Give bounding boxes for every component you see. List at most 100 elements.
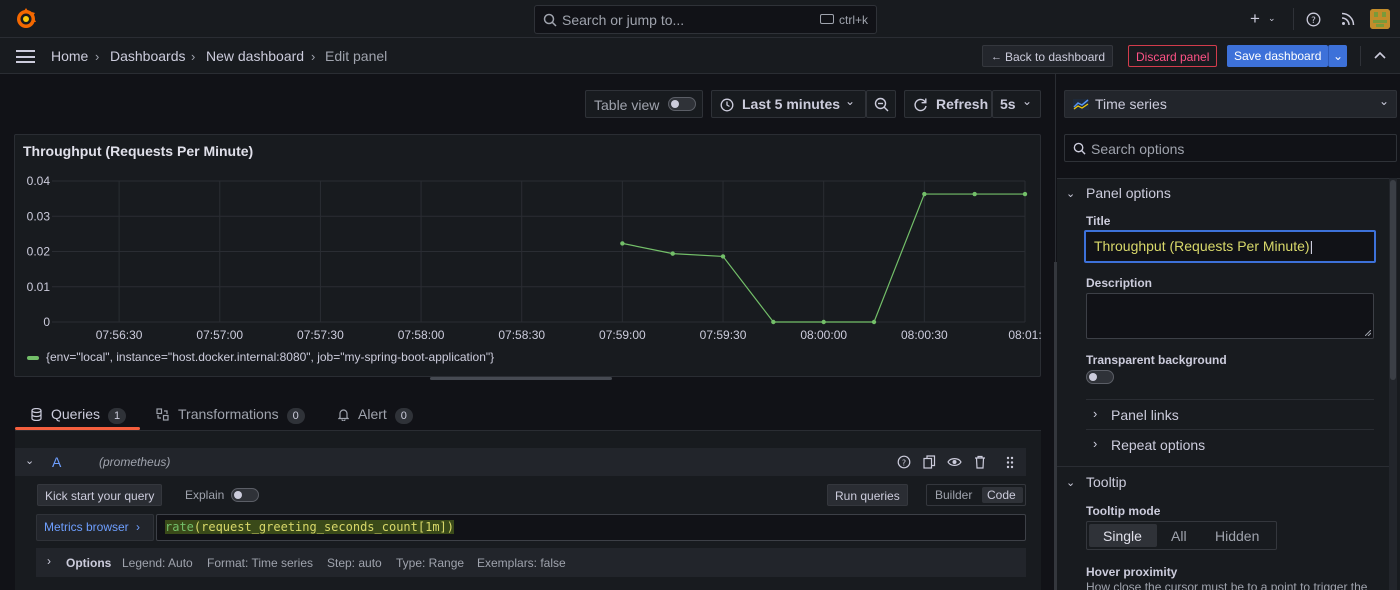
- x-tick-label: 07:58:00: [398, 328, 445, 342]
- chevron-right-icon: ›: [136, 520, 141, 534]
- chevron-down-icon: ⌄: [1022, 94, 1033, 108]
- panel-resize-handle[interactable]: [430, 377, 612, 380]
- promql-code-editor[interactable]: rate(request_greeting_seconds_count[1m]): [156, 514, 1026, 541]
- divider: [1057, 466, 1389, 467]
- visualization-name: Time series: [1095, 96, 1167, 112]
- time-range-label: Last 5 minutes: [742, 96, 841, 112]
- duplicate-icon[interactable]: [923, 455, 936, 469]
- refresh-button[interactable]: Refresh: [904, 90, 992, 118]
- data-point: [821, 319, 826, 325]
- svg-text:?: ?: [902, 458, 906, 467]
- breadcrumb-separator: ›: [311, 49, 316, 64]
- resize-grip-icon[interactable]: [1365, 330, 1371, 336]
- search-bar[interactable]: Search or jump to... ctrl+k: [534, 5, 877, 34]
- code-mode-option[interactable]: Code: [987, 488, 1016, 502]
- breadcrumb-bar: Home › Dashboards › New dashboard › Edit…: [0, 38, 1400, 74]
- menu-icon[interactable]: [16, 50, 35, 63]
- legend-label: {env="local", instance="host.docker.inte…: [46, 350, 495, 364]
- collapse-chevron-icon[interactable]: ⌄: [25, 454, 34, 467]
- refresh-interval-picker[interactable]: 5s ⌄: [992, 90, 1041, 118]
- explain-toggle[interactable]: [231, 488, 259, 502]
- divider: [1086, 429, 1374, 430]
- breadcrumb-home[interactable]: Home: [51, 48, 88, 64]
- tab-label: Queries: [51, 406, 101, 422]
- tab-queries[interactable]: Queries 1: [31, 406, 127, 424]
- database-icon: [31, 408, 42, 421]
- tooltip-mode-single[interactable]: Single: [1103, 528, 1142, 544]
- hover-proximity-description: How close the cursor must be to a point …: [1086, 580, 1368, 590]
- tooltip-header[interactable]: Tooltip: [1086, 474, 1126, 490]
- data-point: [922, 191, 927, 197]
- query-options-row[interactable]: › Options Legend: Auto Format: Time seri…: [36, 548, 1026, 577]
- transparent-background-toggle[interactable]: [1086, 370, 1114, 384]
- eye-icon[interactable]: [947, 456, 962, 468]
- tab-transformations[interactable]: Transformations 0: [156, 406, 305, 424]
- grafana-logo-icon[interactable]: [15, 8, 37, 30]
- discard-panel-button[interactable]: Discard panel: [1128, 45, 1218, 67]
- repeat-options-header[interactable]: Repeat options: [1111, 437, 1205, 453]
- transparent-background-label: Transparent background: [1086, 353, 1227, 367]
- kick-start-query-button[interactable]: Kick start your query: [37, 484, 163, 506]
- search-icon: [1073, 142, 1086, 155]
- add-icon[interactable]: +: [1250, 9, 1260, 29]
- option-step: Step: auto: [327, 556, 382, 570]
- promql-arguments: (request_greeting_seconds_count[1m]): [193, 520, 454, 534]
- options-label: Options: [66, 556, 112, 570]
- transform-icon: [156, 408, 169, 421]
- breadcrumb-separator: ›: [191, 49, 196, 64]
- breadcrumb-new-dashboard[interactable]: New dashboard: [206, 48, 304, 64]
- data-point: [620, 241, 625, 246]
- time-range-picker[interactable]: Last 5 minutes ⌄: [711, 90, 866, 118]
- run-queries-button[interactable]: Run queries: [827, 484, 908, 506]
- chevron-down-icon[interactable]: ⌄: [1066, 476, 1075, 489]
- metrics-browser-button[interactable]: Metrics browser ›: [36, 514, 154, 541]
- option-legend: Legend: Auto: [122, 556, 193, 570]
- time-series-chart[interactable]: 0.04 0.03 0.02 0.01 0 07:56:30 07:57:00 07:57:3…: [15, 135, 1042, 378]
- news-feed-icon[interactable]: [1341, 12, 1355, 26]
- query-ref-name[interactable]: A: [52, 454, 61, 470]
- visualization-picker[interactable]: Time series ⌄: [1064, 90, 1397, 118]
- y-tick-label: 0.01: [27, 280, 51, 294]
- tooltip-mode-all[interactable]: All: [1171, 528, 1187, 544]
- breadcrumb-edit-panel: Edit panel: [325, 48, 388, 64]
- tooltip-mode-hidden[interactable]: Hidden: [1215, 528, 1259, 544]
- zoom-out-button[interactable]: [866, 90, 896, 118]
- breadcrumb-dashboards[interactable]: Dashboards: [110, 48, 186, 64]
- builder-mode-option[interactable]: Builder: [935, 488, 972, 502]
- y-tick-label: 0.02: [27, 245, 51, 259]
- chevron-down-icon[interactable]: ⌄: [1268, 13, 1276, 24]
- chevron-down-icon[interactable]: ⌄: [1066, 187, 1075, 200]
- scrollbar-thumb[interactable]: [1390, 180, 1396, 380]
- y-tick-label: 0: [43, 315, 50, 329]
- save-dashboard-button[interactable]: Save dashboard: [1227, 45, 1328, 67]
- legend-item[interactable]: {env="local", instance="host.docker.inte…: [27, 350, 494, 364]
- chevron-right-icon: ›: [1093, 406, 1098, 421]
- options-search-input[interactable]: Search options: [1064, 134, 1397, 162]
- table-view-switch[interactable]: [668, 97, 696, 111]
- drag-handle-icon[interactable]: [1006, 456, 1014, 469]
- chevron-up-icon[interactable]: [1374, 51, 1386, 59]
- query-datasource: (prometheus): [99, 455, 171, 469]
- help-icon[interactable]: ?: [1306, 12, 1321, 27]
- bell-icon: [338, 409, 349, 421]
- table-view-toggle[interactable]: Table view: [585, 90, 703, 118]
- refresh-label: Refresh: [936, 96, 989, 112]
- back-to-dashboard-button[interactable]: ← Back to dashboard: [982, 45, 1114, 67]
- panel-options-header[interactable]: Panel options: [1086, 185, 1171, 201]
- tab-alert[interactable]: Alert 0: [338, 406, 413, 424]
- user-avatar[interactable]: [1370, 9, 1390, 29]
- panel-title-input[interactable]: Throughput (Requests Per Minute)|: [1084, 230, 1376, 263]
- time-series-icon: [1073, 99, 1089, 110]
- explain-label: Explain: [185, 488, 225, 502]
- options-scrollbar[interactable]: [1389, 178, 1397, 590]
- y-tick-label: 0.03: [27, 209, 51, 223]
- save-options-chevron-icon[interactable]: ⌄: [1328, 45, 1347, 67]
- trash-icon[interactable]: [974, 455, 986, 469]
- tooltip-mode-label: Tooltip mode: [1086, 504, 1161, 518]
- refresh-interval-value: 5s: [1000, 96, 1016, 112]
- panel-links-header[interactable]: Panel links: [1111, 407, 1179, 423]
- panel-title-value: Throughput (Requests Per Minute): [1094, 238, 1310, 254]
- legend-swatch: [27, 355, 39, 360]
- description-textarea[interactable]: [1086, 293, 1374, 339]
- help-icon[interactable]: ?: [897, 455, 911, 469]
